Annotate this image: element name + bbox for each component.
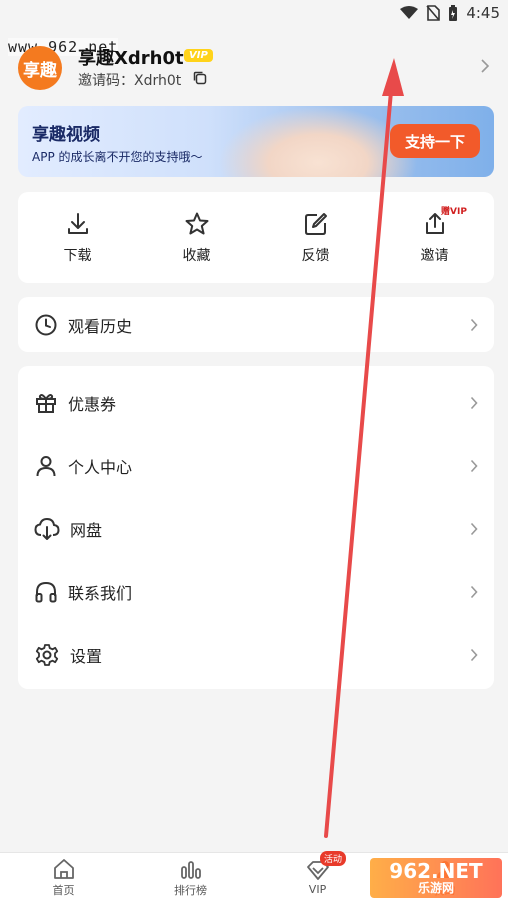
wifi-icon [400, 6, 419, 19]
event-badge: 活动 [320, 851, 347, 866]
star-icon [185, 212, 208, 234]
invite-code: 邀请码：Xdrh0t [78, 73, 182, 89]
chevron-right-icon [470, 648, 478, 661]
menu-item-label: 联系我们 [68, 583, 133, 603]
banner-subtitle: APP 的成长离不开您的支持哦～ [32, 150, 203, 164]
quick-action-label: 下载 [63, 247, 92, 264]
site-watermark: 962.NET 乐游网 [370, 858, 502, 898]
tab-label: 排行榜 [174, 883, 207, 897]
watermark-line1: 962.NET [389, 859, 483, 883]
quick-action-favorite[interactable]: 收藏 [137, 192, 256, 283]
tab-ranking[interactable]: 排行榜 [127, 853, 254, 902]
quick-action-label: 邀请 [420, 247, 449, 264]
ranking-icon [180, 860, 201, 879]
support-button[interactable]: 支持一下 [390, 124, 480, 158]
quick-action-download[interactable]: 下载 [18, 192, 137, 283]
settings-menu-card: 优惠券 个人中心 网盘 联系我们 设置 [18, 366, 494, 689]
watermark-line2: 乐游网 [417, 881, 454, 895]
tab-vip[interactable]: 活动 VIP [254, 851, 381, 902]
gift-icon [36, 393, 56, 413]
user-icon [36, 455, 56, 476]
menu-item-label: 优惠券 [68, 394, 117, 414]
menu-item-settings[interactable]: 设置 [18, 623, 494, 686]
profile-header[interactable]: 享趣 享趣Xdrh0t VIP 邀请码：Xdrh0t [18, 44, 490, 92]
headphones-icon [35, 581, 57, 602]
support-banner[interactable]: 享趣视频 APP 的成长离不开您的支持哦～ 支持一下 [18, 106, 494, 177]
no-sim-icon [426, 5, 441, 21]
tab-label: VIP [308, 883, 327, 896]
home-icon [53, 858, 74, 879]
quick-actions-card: 下载 收藏 反馈 赠VIP 邀请 [18, 192, 494, 283]
chevron-right-icon [470, 585, 478, 598]
download-icon [67, 212, 88, 234]
chevron-right-icon [470, 522, 478, 535]
menu-item-label: 个人中心 [68, 457, 133, 477]
gear-icon [35, 643, 59, 666]
quick-action-feedback[interactable]: 反馈 [256, 192, 375, 283]
history-label: 观看历史 [68, 316, 133, 336]
clock-icon [35, 314, 57, 335]
chevron-right-icon [470, 318, 478, 331]
status-bar: 4:45 [0, 0, 508, 26]
menu-item-cloud-drive[interactable]: 网盘 [18, 497, 494, 560]
menu-item-contact-us[interactable]: 联系我们 [18, 560, 494, 623]
banner-title: 享趣视频 [32, 125, 100, 145]
quick-action-label: 反馈 [301, 247, 330, 264]
chevron-right-icon [470, 459, 478, 472]
tab-label: 首页 [52, 883, 75, 897]
menu-item-coupons[interactable]: 优惠券 [18, 371, 494, 434]
banner-artwork [218, 106, 418, 177]
vip-badge: VIP [184, 49, 213, 62]
menu-item-profile-center[interactable]: 个人中心 [18, 434, 494, 497]
chevron-right-icon [470, 396, 478, 409]
quick-action-label: 收藏 [182, 247, 211, 264]
battery-icon [449, 4, 458, 21]
edit-icon [304, 212, 327, 235]
status-time: 4:45 [466, 4, 500, 22]
username: 享趣Xdrh0t [78, 48, 184, 69]
cloud-download-icon [34, 517, 60, 540]
copy-icon[interactable] [192, 70, 208, 86]
chevron-right-icon[interactable] [480, 58, 490, 74]
tab-home[interactable]: 首页 [0, 853, 127, 902]
quick-action-invite[interactable]: 赠VIP 邀请 [375, 192, 494, 283]
watch-history-row[interactable]: 观看历史 [18, 297, 494, 352]
give-vip-badge: 赠VIP [441, 207, 467, 217]
menu-item-label: 网盘 [70, 520, 103, 540]
menu-item-label: 设置 [70, 646, 103, 666]
avatar[interactable]: 享趣 [18, 46, 62, 90]
